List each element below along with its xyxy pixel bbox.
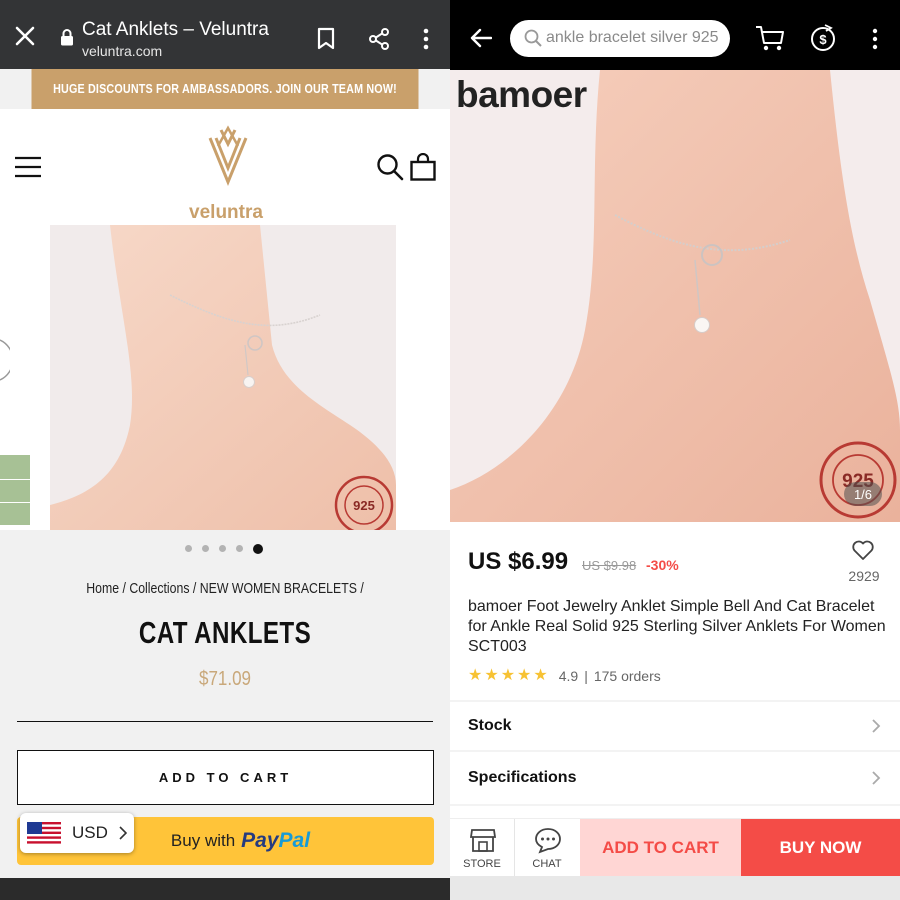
us-flag-icon (27, 822, 61, 844)
veluntra-logo-mark (208, 125, 248, 186)
system-nav-bar (450, 876, 900, 900)
gallery-dot[interactable] (202, 545, 209, 552)
search-icon (524, 29, 542, 47)
currency-code: USD (72, 823, 108, 842)
gallery-dots[interactable] (185, 543, 263, 554)
star-icon: ★ (533, 667, 548, 684)
product-image[interactable]: 925 bamoer 1/6 (450, 70, 900, 522)
chevron-right-icon (872, 719, 881, 733)
veluntra-panel: Cat Anklets – Veluntra veluntra.com HUGE… (0, 0, 450, 900)
app-top-bar: ankle bracelet silver 925 $ (450, 0, 900, 70)
paypal-prefix: Buy with (170, 831, 236, 850)
stock-row[interactable]: Stock (450, 702, 900, 750)
ankle-photo: 925 (50, 225, 396, 530)
search-bar[interactable]: ankle bracelet silver 925 (510, 20, 730, 57)
product-gallery[interactable]: 925 (0, 225, 450, 530)
add-to-cart-button[interactable]: ADD TO CART (17, 750, 434, 805)
paypal-brand-part1: Pay (241, 829, 279, 852)
rating-value: 4.9 (558, 668, 579, 684)
wishlist-count: 2929 (848, 568, 880, 584)
logo-text: veluntra (189, 202, 263, 223)
lock-icon (61, 29, 73, 46)
ankle-photo: 925 (450, 70, 900, 522)
split-screen: Cat Anklets – Veluntra veluntra.com HUGE… (0, 0, 900, 900)
cart-icon[interactable] (755, 24, 785, 52)
store-icon (469, 829, 497, 852)
heart-icon[interactable] (851, 538, 875, 562)
divider (17, 721, 433, 722)
system-nav-bar (0, 878, 450, 900)
currency-selector[interactable]: USD (20, 813, 134, 853)
product-image[interactable]: 925 (50, 225, 396, 530)
more-options-icon[interactable] (418, 27, 434, 51)
page-url[interactable]: veluntra.com (82, 43, 162, 59)
gallery-dot[interactable] (219, 545, 226, 552)
back-arrow-icon[interactable] (470, 28, 492, 48)
side-thumb[interactable] (0, 503, 30, 525)
star-icon: ★ (517, 667, 532, 684)
shopping-bag-icon[interactable] (410, 153, 436, 181)
search-input[interactable]: ankle bracelet silver 925 (546, 29, 719, 47)
chat-tab[interactable]: CHAT (515, 819, 579, 877)
star-icon: ★ (484, 667, 499, 684)
rating-row[interactable]: ★ ★ ★ ★ ★ 4.9 | 175 orders (468, 667, 661, 685)
aliexpress-panel: ankle bracelet silver 925 $ bamoer 1/6 U… (450, 0, 900, 900)
veluntra-logo[interactable]: veluntra (188, 124, 268, 223)
gallery-dot[interactable] (236, 545, 243, 552)
image-counter: 1/6 (844, 482, 882, 506)
chevron-right-icon (872, 771, 881, 785)
chevron-right-icon (119, 826, 127, 840)
gallery-dot[interactable] (185, 545, 192, 552)
browser-toolbar: Cat Anklets – Veluntra veluntra.com (0, 0, 450, 69)
side-thumb[interactable] (0, 455, 30, 479)
svg-text:$: $ (819, 32, 827, 47)
chat-label: CHAT (532, 858, 562, 870)
divider (450, 804, 900, 806)
coins-icon[interactable]: $ (809, 24, 837, 52)
brand-logo: bamoer (456, 74, 587, 115)
specifications-label: Specifications (468, 769, 577, 786)
page-title: Cat Anklets – Veluntra (82, 19, 269, 40)
seal-925: 925 (353, 498, 375, 513)
rating-separator: | (584, 668, 588, 684)
breadcrumb[interactable]: Home / Collections / NEW WOMEN BRACELETS… (41, 580, 410, 597)
store-label: STORE (463, 858, 501, 870)
product-price: US $6.99 (468, 548, 569, 575)
more-options-icon[interactable] (867, 28, 883, 50)
product-title: CAT ANKLETS (138, 615, 312, 650)
orders-count: 175 orders (593, 668, 661, 684)
close-icon[interactable] (14, 25, 36, 47)
star-icon: ★ (500, 667, 516, 684)
product-description: bamoer Foot Jewelry Anklet Simple Bell A… (468, 598, 886, 655)
discount-badge: -30% (646, 557, 679, 573)
star-icon: ★ (468, 667, 483, 684)
stock-label: Stock (468, 717, 512, 734)
specifications-row[interactable]: Specifications (450, 754, 900, 802)
paypal-brand-part2: Pal (278, 829, 311, 852)
bottom-action-bar: STORE CHAT ADD TO CART BUY NOW (450, 818, 900, 877)
prev-arrow-icon[interactable] (0, 335, 10, 385)
product-price: $71.09 (198, 668, 251, 690)
bookmark-icon[interactable] (316, 27, 336, 51)
buy-now-button[interactable]: BUY NOW (741, 819, 900, 877)
add-to-cart-button[interactable]: ADD TO CART (580, 819, 741, 877)
search-icon[interactable] (376, 153, 404, 181)
promo-banner[interactable]: HUGE DISCOUNTS FOR AMBASSADORS. JOIN OUR… (31, 69, 419, 109)
chat-icon (535, 828, 561, 854)
site-header: veluntra (0, 109, 450, 225)
divider (450, 750, 900, 752)
side-thumb[interactable] (0, 480, 30, 502)
share-icon[interactable] (367, 27, 391, 51)
store-tab[interactable]: STORE (450, 819, 514, 877)
hamburger-menu-icon[interactable] (14, 156, 42, 178)
original-price: US $9.98 (582, 558, 637, 573)
gallery-dot-active[interactable] (253, 543, 263, 554)
